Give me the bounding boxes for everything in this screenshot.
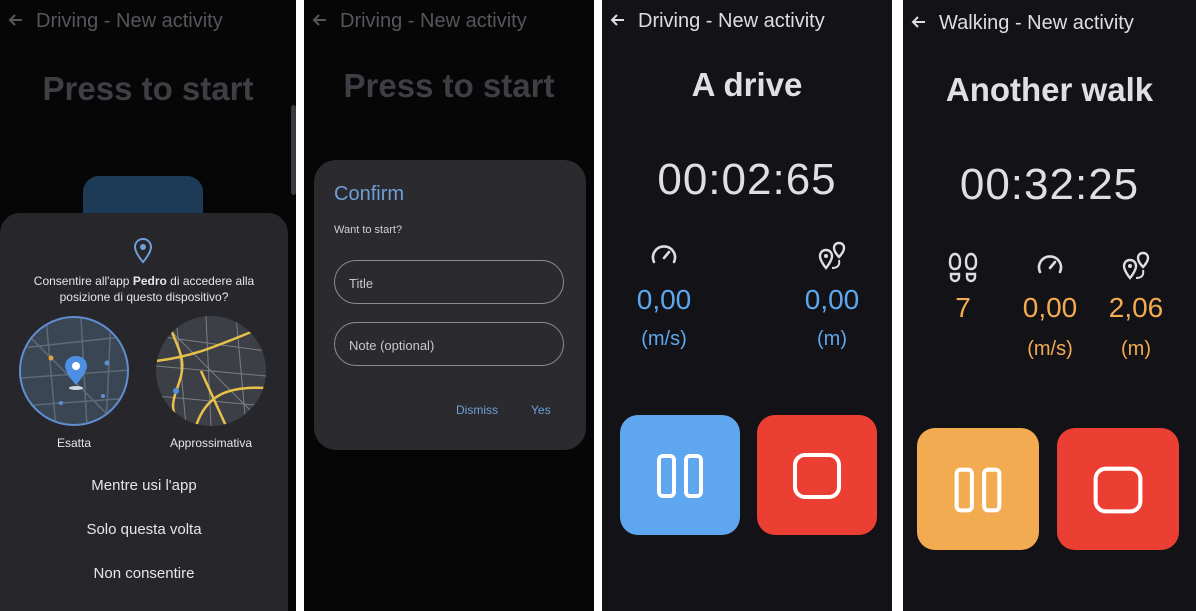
elapsed-timer: 00:02:65 [657, 155, 837, 204]
dismiss-button[interactable]: Dismiss [456, 403, 498, 417]
speed-unit: (m/s) [1027, 338, 1073, 360]
stop-button[interactable] [757, 415, 877, 535]
location-pin-icon [133, 237, 153, 264]
screen-permission: Driving - New activity Press to start Co… [0, 0, 296, 611]
page-title: Driving - New activity [638, 10, 825, 32]
title-input[interactable]: Title [334, 260, 564, 304]
back-arrow-icon[interactable] [909, 12, 929, 32]
stop-icon [793, 453, 841, 499]
scrollbar[interactable] [291, 105, 296, 195]
deny-option[interactable]: Non consentire [0, 565, 288, 582]
screen-walking-activity: Walking - New activity Another walk 00:3… [903, 0, 1196, 611]
allow-once-option[interactable]: Solo questa volta [0, 521, 288, 538]
approximate-label: Approssimativa [169, 436, 253, 450]
elapsed-timer: 00:32:25 [959, 160, 1140, 209]
note-placeholder: Note (optional) [349, 338, 435, 353]
yes-button[interactable]: Yes [531, 403, 551, 417]
confirm-dialog: Confirm Want to start? Title Note (optio… [314, 160, 586, 450]
note-input[interactable]: Note (optional) [334, 322, 564, 366]
distance-stat: 2,06 (m) [1091, 250, 1181, 370]
speed-value: 0,00 [1022, 292, 1078, 323]
app-bar: Driving - New activity [0, 0, 296, 44]
map-streets-icon [21, 318, 127, 424]
activity-name: A drive [691, 66, 803, 103]
press-to-start-heading: Press to start [343, 67, 555, 104]
dialog-title: Confirm [334, 183, 405, 205]
stop-icon [1093, 466, 1143, 514]
page-title: Walking - New activity [939, 12, 1134, 34]
footprints-icon [948, 252, 978, 283]
pause-icon [657, 454, 703, 498]
distance-value: 0,00 [804, 284, 860, 315]
speedometer-icon [651, 245, 677, 264]
app-name: Pedro [132, 274, 167, 288]
back-arrow-icon[interactable] [6, 10, 26, 30]
route-pins-icon [1122, 251, 1150, 280]
activity-name: Another walk [945, 71, 1154, 108]
distance-unit: (m) [817, 328, 847, 350]
back-arrow-icon[interactable] [608, 10, 628, 30]
pause-icon [954, 467, 1002, 513]
press-to-start-heading: Press to start [42, 70, 254, 107]
screen-confirm-dialog: Driving - New activity Press to start Co… [304, 0, 594, 611]
location-permission-sheet: Consentire all'app Pedro di accedere all… [0, 213, 288, 611]
speed-unit: (m/s) [641, 328, 687, 350]
distance-stat: 0,00 (m) [787, 240, 877, 360]
speed-stat: 0,00 (m/s) [1005, 250, 1095, 370]
approximate-location-map[interactable] [156, 316, 266, 426]
back-arrow-icon[interactable] [310, 10, 330, 30]
pause-button[interactable] [620, 415, 740, 535]
dialog-subtitle: Want to start? [334, 224, 403, 236]
route-pins-icon [818, 241, 846, 270]
title-placeholder: Title [349, 276, 374, 291]
precise-location-map[interactable] [19, 316, 129, 426]
speedometer-icon [1037, 255, 1063, 274]
screen-driving-activity: Driving - New activity A drive 00:02:65 … [602, 0, 892, 611]
pause-button[interactable] [917, 428, 1039, 550]
distance-value: 2,06 [1108, 292, 1164, 323]
allow-while-using-option[interactable]: Mentre usi l'app [0, 477, 288, 494]
stop-button[interactable] [1057, 428, 1179, 550]
page-title: Driving - New activity [340, 10, 527, 32]
app-bar: Driving - New activity [304, 0, 594, 44]
steps-stat: 7 [918, 250, 1008, 370]
map-roads-icon [156, 316, 266, 426]
speed-value: 0,00 [636, 284, 692, 315]
permission-question: Consentire all'app Pedro di accedere all… [33, 274, 255, 304]
distance-unit: (m) [1121, 338, 1151, 360]
speed-stat: 0,00 (m/s) [619, 240, 709, 360]
app-bar: Walking - New activity [903, 0, 1196, 44]
steps-value: 7 [955, 292, 971, 323]
app-bar: Driving - New activity [602, 0, 892, 44]
exact-label: Esatta [56, 436, 92, 450]
page-title: Driving - New activity [36, 10, 223, 32]
